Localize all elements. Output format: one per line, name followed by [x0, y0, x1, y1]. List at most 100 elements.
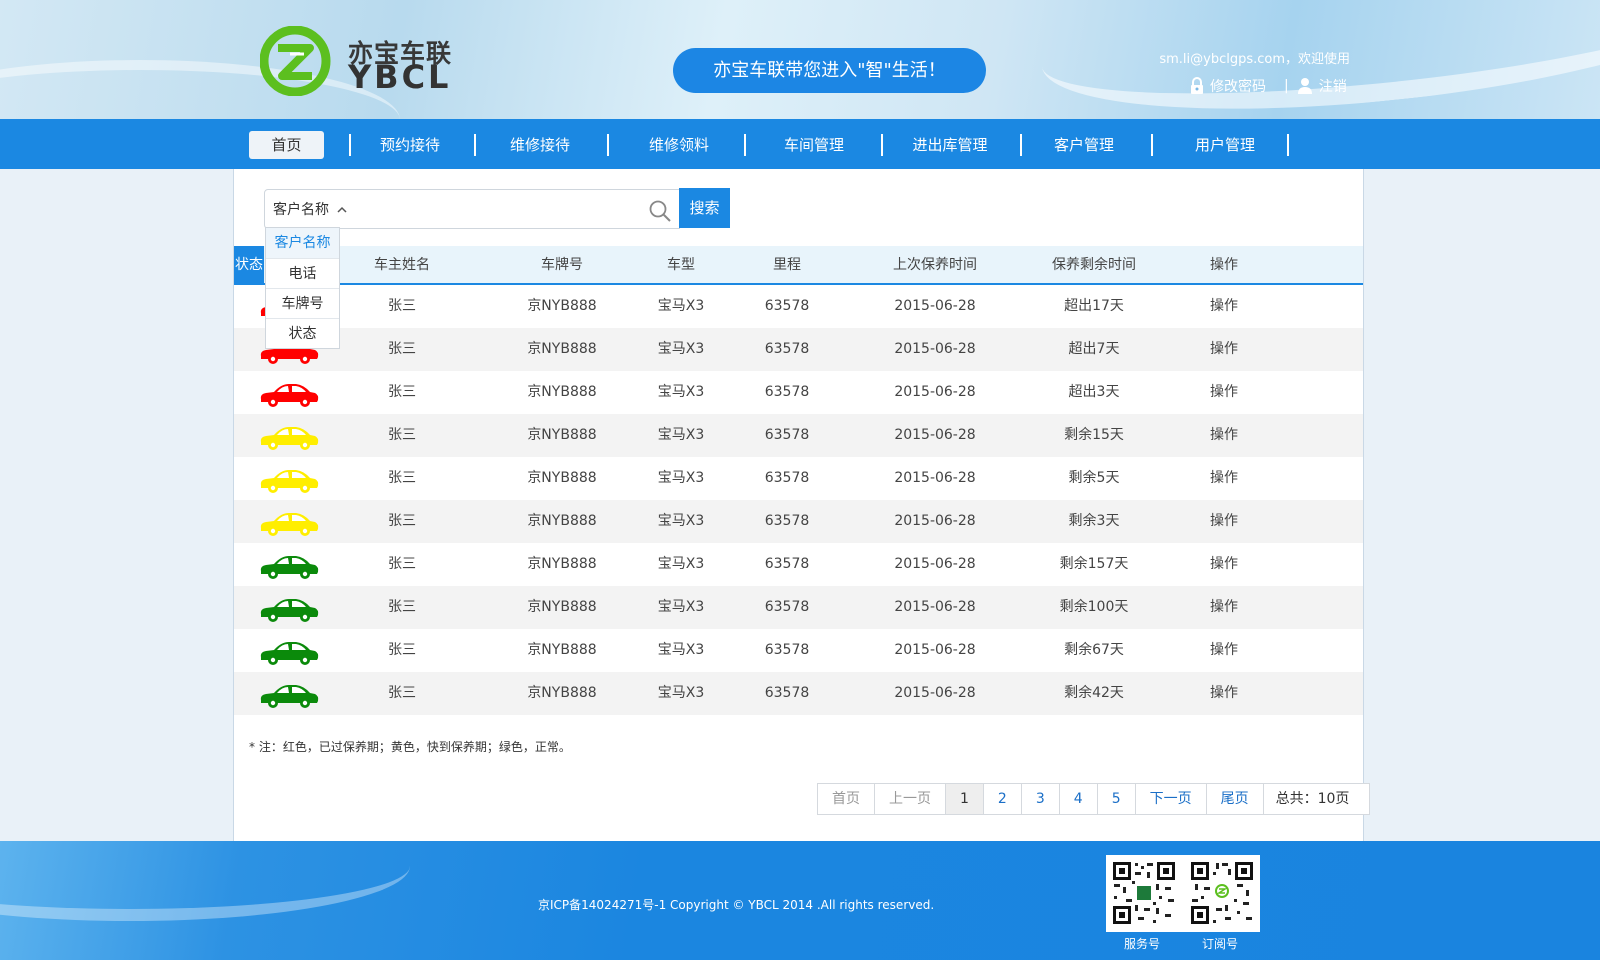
row-action-link[interactable]: 操作 — [1194, 414, 1254, 457]
nav-item-parts-requisition[interactable]: 维修领料 — [639, 131, 719, 159]
pager-page-2[interactable]: 2 — [984, 784, 1022, 814]
cell-plate: 京NYB888 — [527, 384, 597, 400]
change-password-link[interactable]: 修改密码 — [1190, 76, 1266, 96]
table-row: 张三 京NYB888 宝马X3 63578 2015-06-28 剩余67天 操作 — [234, 629, 1363, 672]
copyright-text: 京ICP备14024271号-1 Copyright © YBCL 2014 .… — [538, 898, 935, 912]
search-field-select[interactable]: 客户名称 — [273, 190, 347, 228]
table-row: 张三 京NYB888 宝马X3 63578 2015-06-28 剩余15天 操作 — [234, 414, 1363, 457]
cell-model: 宝马X3 — [657, 341, 705, 357]
row-action-link[interactable]: 操作 — [1194, 457, 1254, 500]
cell-last-service: 2015-06-28 — [894, 427, 976, 443]
logout-label: 注销 — [1318, 79, 1347, 95]
dropdown-option-customer-name[interactable]: 客户名称 — [266, 228, 339, 258]
column-header-plate: 车牌号 — [541, 257, 583, 273]
chevron-up-icon — [337, 190, 347, 230]
row-action-link[interactable]: 操作 — [1194, 328, 1254, 371]
pager-first[interactable]: 首页 — [818, 784, 875, 814]
search-box: 客户名称 — [264, 189, 680, 229]
nav-item-customers[interactable]: 客户管理 — [1044, 131, 1124, 159]
cell-mileage: 63578 — [764, 470, 810, 486]
dropdown-option-plate[interactable]: 车牌号 — [266, 288, 339, 318]
cell-model: 宝马X3 — [657, 298, 705, 314]
nav-separator — [1287, 134, 1289, 156]
nav-item-home[interactable]: 首页 — [249, 131, 324, 159]
search-icon[interactable] — [648, 199, 672, 223]
pager-page-5[interactable]: 5 — [1098, 784, 1136, 814]
cell-owner: 张三 — [388, 642, 416, 658]
cell-owner: 张三 — [388, 513, 416, 529]
search-field-dropdown: 客户名称 电话 车牌号 状态 — [265, 227, 340, 349]
nav-separator — [1020, 134, 1022, 156]
table-header: 状态 车主姓名 车牌号 车型 里程 上次保养时间 保养剩余时间 操作 — [234, 246, 1363, 285]
dropdown-option-status[interactable]: 状态 — [266, 318, 339, 348]
status-car-icon — [260, 384, 319, 407]
cell-model: 宝马X3 — [657, 599, 705, 615]
cell-mileage: 63578 — [764, 556, 810, 572]
change-password-label: 修改密码 — [1210, 79, 1266, 95]
cell-mileage: 63578 — [764, 298, 810, 314]
cell-model: 宝马X3 — [657, 384, 705, 400]
cell-model: 宝马X3 — [657, 642, 705, 658]
cell-remaining: 剩余3天 — [1068, 513, 1120, 529]
table-row: 张三 京NYB888 宝马X3 63578 2015-06-28 剩余100天 操作 — [234, 586, 1363, 629]
cell-owner: 张三 — [388, 599, 416, 615]
qr-codes — [1106, 855, 1260, 932]
nav-item-repair-reception[interactable]: 维修接待 — [500, 131, 580, 159]
pager-next[interactable]: 下一页 — [1136, 784, 1207, 814]
cell-remaining: 剩余157天 — [1059, 556, 1129, 572]
qr-subscribe-label: 订阅号 — [1202, 937, 1239, 951]
cell-plate: 京NYB888 — [527, 341, 597, 357]
table-row: 张三 京NYB888 宝马X3 63578 2015-06-28 超出3天 操作 — [234, 371, 1363, 414]
nav-separator — [881, 134, 883, 156]
status-car-icon — [260, 513, 319, 536]
qr-code-service-icon — [1111, 860, 1177, 926]
cell-last-service: 2015-06-28 — [894, 513, 976, 529]
row-action-link[interactable]: 操作 — [1194, 285, 1254, 328]
row-action-link[interactable]: 操作 — [1194, 629, 1254, 672]
table-row: 张三 京NYB888 宝马X3 63578 2015-06-28 剩余42天 操作 — [234, 672, 1363, 715]
status-car-icon — [260, 599, 319, 622]
logout-link[interactable]: 注销 — [1297, 76, 1347, 96]
status-car-icon — [260, 427, 319, 450]
cell-plate: 京NYB888 — [527, 298, 597, 314]
nav-item-users[interactable]: 用户管理 — [1185, 131, 1265, 159]
row-action-link[interactable]: 操作 — [1194, 371, 1254, 414]
cell-remaining: 剩余5天 — [1068, 470, 1120, 486]
cell-last-service: 2015-06-28 — [894, 470, 976, 486]
nav-item-appointment[interactable]: 预约接待 — [370, 131, 450, 159]
header: 亦宝车联 YBCL 亦宝车联带您进入"智"生活！ sm.li@ybclgps.c… — [0, 0, 1600, 119]
table-row: 张三 京NYB888 宝马X3 63578 2015-06-28 超出7天 操作 — [234, 328, 1363, 371]
table-body: 张三 京NYB888 宝马X3 63578 2015-06-28 超出17天 操作 张三 京NY… — [234, 285, 1363, 715]
lock-icon — [1191, 77, 1203, 94]
search-input[interactable] — [355, 196, 625, 222]
pager-page-1[interactable]: 1 — [946, 784, 984, 814]
nav-item-inventory[interactable]: 进出库管理 — [905, 131, 995, 159]
search-button[interactable]: 搜索 — [679, 188, 730, 228]
footer: 京ICP备14024271号-1 Copyright © YBCL 2014 .… — [0, 841, 1600, 960]
cell-owner: 张三 — [388, 427, 416, 443]
cell-model: 宝马X3 — [657, 470, 705, 486]
row-action-link[interactable]: 操作 — [1194, 500, 1254, 543]
nav-separator — [1151, 134, 1153, 156]
row-action-link[interactable]: 操作 — [1194, 672, 1254, 715]
column-header-action: 操作 — [1210, 257, 1238, 273]
pager-last[interactable]: 尾页 — [1207, 784, 1264, 814]
row-action-link[interactable]: 操作 — [1194, 543, 1254, 586]
cell-remaining: 剩余42天 — [1064, 685, 1124, 701]
logo-en-text: YBCL — [348, 58, 452, 96]
cell-last-service: 2015-06-28 — [894, 341, 976, 357]
row-action-link[interactable]: 操作 — [1194, 586, 1254, 629]
column-header-mileage: 里程 — [773, 257, 801, 273]
logo[interactable]: 亦宝车联 YBCL — [259, 25, 460, 97]
cell-plate: 京NYB888 — [527, 599, 597, 615]
column-header-model: 车型 — [667, 257, 695, 273]
cell-model: 宝马X3 — [657, 513, 705, 529]
nav-item-workshop[interactable]: 车间管理 — [774, 131, 854, 159]
pager-page-4[interactable]: 4 — [1060, 784, 1098, 814]
pager-prev[interactable]: 上一页 — [875, 784, 946, 814]
cell-mileage: 63578 — [764, 427, 810, 443]
status-car-icon — [260, 642, 319, 665]
dropdown-option-phone[interactable]: 电话 — [266, 258, 339, 288]
cell-mileage: 63578 — [764, 513, 810, 529]
pager-page-3[interactable]: 3 — [1022, 784, 1060, 814]
